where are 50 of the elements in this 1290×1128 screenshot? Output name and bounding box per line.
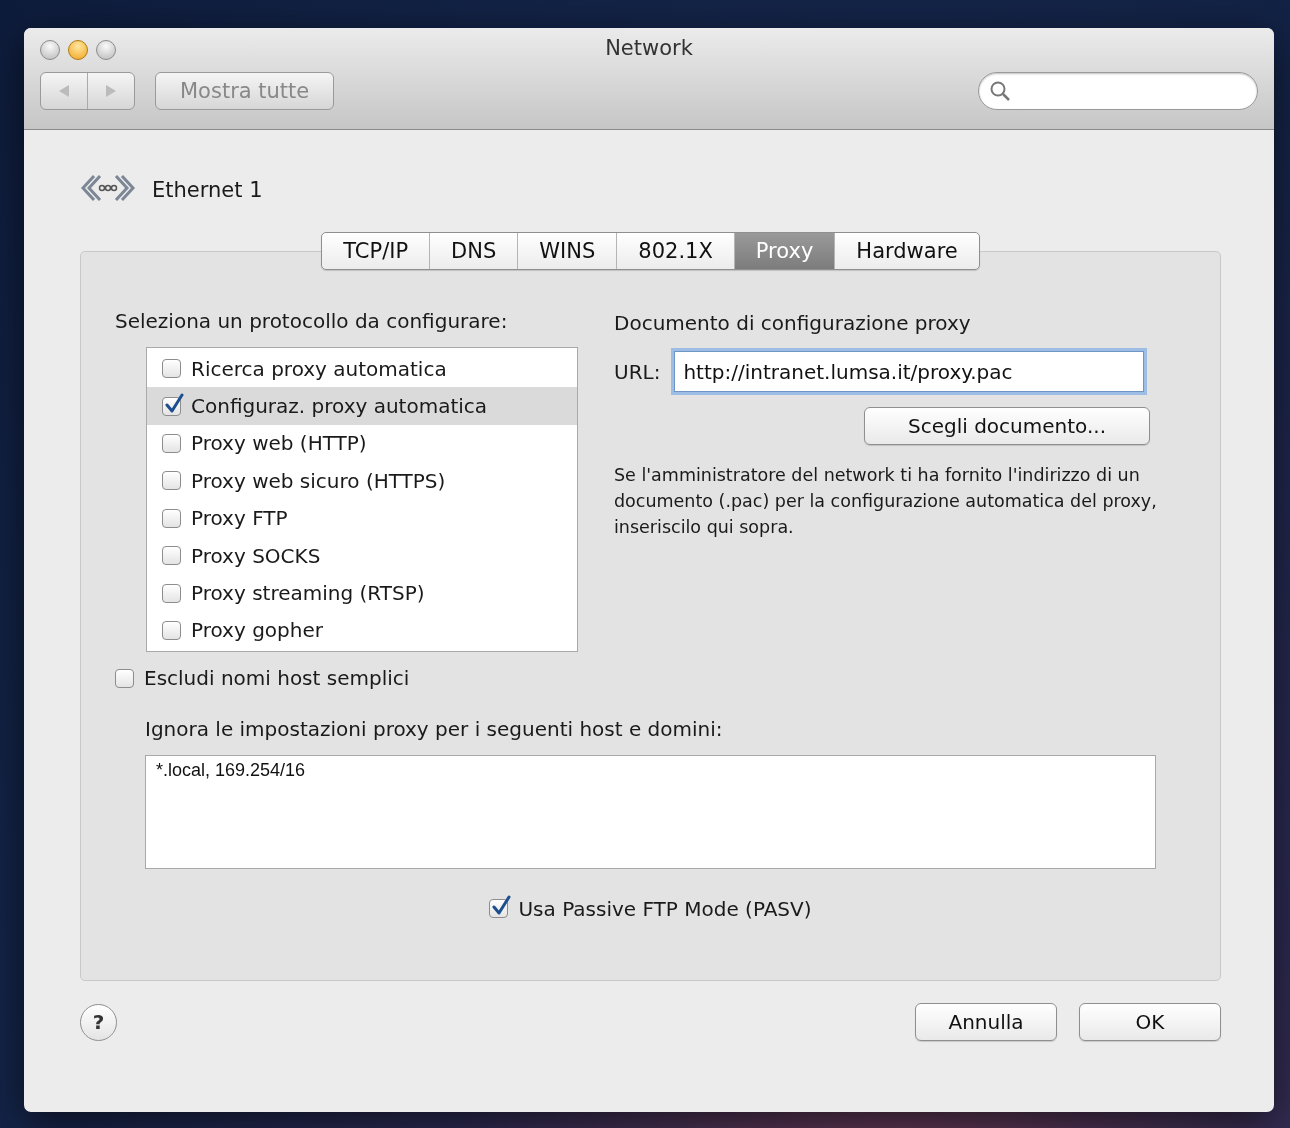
protocol-row[interactable]: Proxy FTP	[147, 499, 577, 537]
checkbox[interactable]	[115, 668, 134, 688]
tab[interactable]: Hardware	[834, 233, 979, 269]
protocol-label: Configuraz. proxy automatica	[191, 394, 488, 419]
protocol-list-label: Seleziona un protocollo da configurare:	[115, 309, 508, 333]
protocol-row[interactable]: Proxy gopher	[147, 611, 577, 650]
protocol-label: Proxy streaming (RTSP)	[191, 581, 425, 606]
choose-document-button[interactable]: Scegli documento...	[864, 407, 1150, 445]
minimize-button[interactable]	[68, 40, 88, 60]
checkbox[interactable]	[162, 508, 181, 528]
protocol-label: Proxy web (HTTP)	[191, 431, 367, 456]
section-heading: Documento di configurazione proxy	[614, 311, 971, 335]
dialog-button[interactable]: OK	[1079, 1003, 1221, 1041]
protocol-label: Ricerca proxy automatica	[191, 356, 447, 381]
close-button[interactable]	[40, 40, 60, 60]
tab[interactable]: DNS	[429, 233, 518, 269]
tab[interactable]: WINS	[517, 233, 617, 269]
protocol-row[interactable]: Configuraz. proxy automatica	[147, 387, 577, 425]
bypass-label: Ignora le impostazioni proxy per i seguenti host e domini:	[145, 716, 724, 741]
url-field[interactable]: http://intranet.lumsa.it/proxy.pac	[674, 351, 1145, 392]
help-text: Se l'amministratore del network ti ha fornito l'indirizzo di un documento (.pac) per la configurazione automatica del proxy, inseriscilo qui sopra.	[614, 464, 1158, 539]
checkbox[interactable]	[162, 546, 181, 566]
protocol-row[interactable]: Proxy SOCKS	[147, 536, 577, 575]
checkbox[interactable]	[162, 620, 181, 640]
url-label: URL:	[614, 359, 661, 384]
checkbox[interactable]	[162, 359, 181, 379]
protocol-label: Proxy FTP	[191, 506, 288, 531]
checkbox[interactable]	[162, 471, 181, 491]
protocol-label: Proxy web sicuro (HTTPS)	[191, 468, 446, 493]
zoom-button[interactable]	[96, 40, 116, 60]
checkbox-label: Usa Passive FTP Mode (PASV)	[518, 896, 812, 921]
tab[interactable]: TCP/IP	[322, 233, 430, 269]
dialog-button[interactable]: Annulla	[915, 1003, 1057, 1041]
search-icon	[989, 80, 1011, 102]
protocol-row[interactable]: Proxy web (HTTP)	[147, 424, 577, 463]
checkbox-label: Escludi nomi host semplici	[144, 666, 410, 691]
protocol-label: Proxy SOCKS	[191, 543, 321, 568]
help-button[interactable]: ?	[80, 1003, 117, 1041]
tab[interactable]: 802.1X	[616, 233, 734, 269]
checkbox[interactable]	[162, 583, 181, 603]
window-title: Network	[605, 36, 693, 60]
service-name: Ethernet 1	[152, 178, 263, 202]
protocol-label: Proxy gopher	[191, 618, 323, 643]
checkbox[interactable]	[162, 396, 181, 416]
protocol-row[interactable]: Ricerca proxy automatica	[147, 350, 577, 388]
search-field[interactable]	[978, 72, 1258, 110]
bypass-hosts-field[interactable]: *.local, 169.254/16	[145, 754, 1156, 869]
checkbox[interactable]	[162, 433, 181, 453]
protocol-row[interactable]: Proxy streaming (RTSP)	[147, 574, 577, 612]
protocol-row[interactable]: Proxy web sicuro (HTTPS)	[147, 462, 577, 500]
